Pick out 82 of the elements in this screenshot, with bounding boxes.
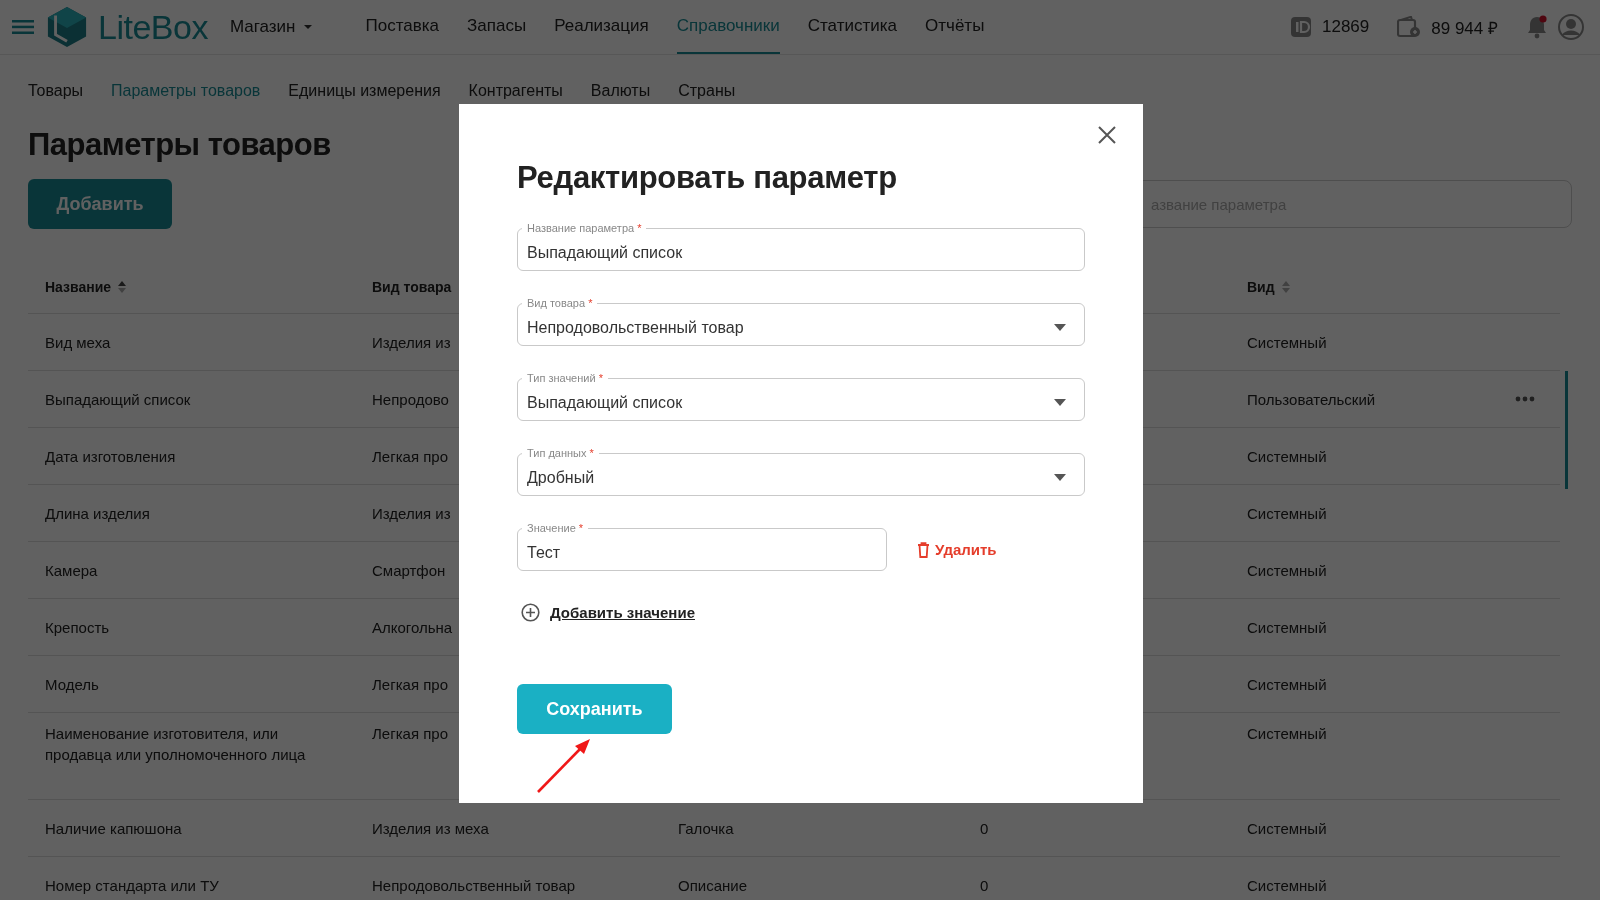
table-cell-text: Камера [45,560,98,581]
dialog-title: Редактировать параметр [517,159,898,197]
table-cell-text: Пользовательский [1247,389,1376,410]
subnav-tab[interactable]: Единицы измерения [288,79,441,103]
table-cell-text: 0 [980,875,989,896]
nav-tab[interactable]: Отчёты [925,0,985,54]
table-cell-text: Длина изделия [45,503,150,524]
table-cell-text: Номер стандарта или ТУ [45,875,219,896]
table-cell-text: Выпадающий список [45,389,191,410]
table-cell-text: Галочка [678,818,734,839]
table-cell-text: Легкая про [372,674,448,695]
cube-logo-icon [46,5,88,49]
field-label: Значение * [522,521,589,535]
user-avatar-icon[interactable] [1558,14,1584,40]
field-label: Тип значений * [522,371,608,385]
balance-amount: 89 944 ₽ [1431,17,1498,39]
table-cell-text: Алкогольна [372,617,453,638]
trash-icon [917,541,930,558]
dropdown-caret-icon [1054,324,1066,331]
table-cell-text: Системный [1247,674,1327,695]
table-cell-text: Вид меха [45,332,111,353]
table-cell-text: Крепость [45,617,110,638]
dropdown-caret-icon [1054,399,1066,406]
table-cell-text: Системный [1247,332,1327,353]
table-cell-text: Системный [1247,875,1327,896]
table-cell-text: Изделия из [372,332,451,353]
add-value-link[interactable]: Добавить значение [517,603,695,622]
table-cell-text: Легкая про [372,446,448,467]
nav-tab[interactable]: Справочники [676,0,780,54]
subnav-tab[interactable]: Параметры товаров [111,79,261,103]
wallet-icon [1397,16,1422,38]
caret-icon [303,24,314,30]
field-label: Вид товара * [522,296,598,310]
sort-icon[interactable] [117,280,128,294]
annotation-arrow [535,737,593,795]
nav-tab[interactable]: Реализация [554,0,649,54]
more-icon[interactable] [1515,396,1535,402]
table-cell-text: Системный [1247,503,1327,524]
field-label: Тип данных * [522,446,599,460]
table-cell-text: Системный [1247,560,1327,581]
dropdown-caret-icon [1054,474,1066,481]
table-cell-text: Системный [1247,617,1327,638]
field-label: Название параметра * [522,221,647,235]
table-cell-text: Непродово [372,389,449,410]
menu-icon[interactable] [12,20,34,34]
store-dropdown[interactable]: Магазин [229,17,314,37]
nav-tab[interactable]: Статистика [807,0,898,54]
column-header[interactable]: Название [45,276,112,298]
bell-icon[interactable] [1526,15,1548,39]
column-header[interactable]: Вид [1247,276,1275,298]
table-cell-text: Описание [678,875,748,896]
subnav-tab[interactable]: Валюты [590,79,651,103]
table-cell-text: Системный [1247,818,1327,839]
subnav-tab[interactable]: Страны [678,79,736,103]
nav-tab[interactable]: Запасы [467,0,527,54]
table-cell-text: Системный [1247,446,1327,467]
id-card-icon [1290,16,1312,38]
table-cell-text: Наименование изготовителя, или продавца или уполномоченного лица [45,724,307,765]
delete-button[interactable]: Удалить [917,541,997,558]
table-cell-text: Легкая про [372,724,448,744]
table-cell-text: 0 [980,818,989,839]
table-cell-text: Дата изготовления [45,446,176,467]
table-cell-text: Наличие капюшона [45,818,182,839]
table-cell-text: Модель [45,674,99,695]
save-button[interactable]: Сохранить [517,684,672,734]
column-header[interactable]: Вид товара [372,276,452,298]
close-icon[interactable] [1098,126,1116,144]
sort-icon[interactable] [1280,280,1291,294]
id-number: 12869 [1322,17,1370,37]
table-cell-text: Смартфон [372,560,446,581]
table-cell-text: Изделия из [372,503,451,524]
table-cell-text: Системный [1247,724,1327,744]
page-title: Параметры товаров [28,126,331,164]
scrollbar-thumb[interactable] [1565,371,1568,489]
table-cell-text: Изделия из меха [372,818,489,839]
add-button[interactable]: Добавить [28,179,172,229]
subnav-tab[interactable]: Товары [28,79,84,103]
nav-tab[interactable]: Поставка [365,0,439,54]
table-cell-text: Непродовольственный товар [372,875,576,896]
subnav-tab[interactable]: Контрагенты [468,79,563,103]
logo-text[interactable]: LiteBox [98,7,208,47]
plus-circle-icon [521,603,540,622]
